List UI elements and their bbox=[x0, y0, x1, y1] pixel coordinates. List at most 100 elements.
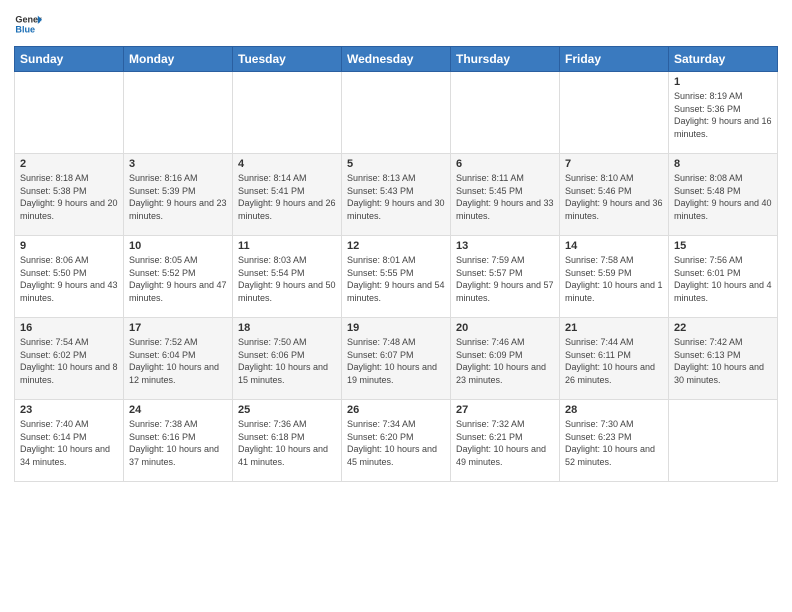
day-info: Sunrise: 7:52 AM Sunset: 6:04 PM Dayligh… bbox=[129, 336, 227, 386]
page: General Blue SundayMondayTuesdayWednesda… bbox=[0, 0, 792, 612]
day-number: 16 bbox=[20, 322, 118, 334]
weekday-friday: Friday bbox=[560, 47, 669, 72]
calendar-cell: 15 Sunrise: 7:56 AM Sunset: 6:01 PM Dayli… bbox=[669, 236, 778, 318]
day-number: 9 bbox=[20, 240, 118, 252]
calendar-cell: 6 Sunrise: 8:11 AM Sunset: 5:45 PM Daylig… bbox=[451, 154, 560, 236]
weekday-tuesday: Tuesday bbox=[233, 47, 342, 72]
day-number: 24 bbox=[129, 404, 227, 416]
day-info: Sunrise: 8:11 AM Sunset: 5:45 PM Dayligh… bbox=[456, 172, 554, 222]
day-info: Sunrise: 8:13 AM Sunset: 5:43 PM Dayligh… bbox=[347, 172, 445, 222]
calendar-cell: 1 Sunrise: 8:19 AM Sunset: 5:36 PM Daylig… bbox=[669, 72, 778, 154]
day-number: 13 bbox=[456, 240, 554, 252]
calendar-cell: 10 Sunrise: 8:05 AM Sunset: 5:52 PM Dayli… bbox=[124, 236, 233, 318]
weekday-thursday: Thursday bbox=[451, 47, 560, 72]
weekday-wednesday: Wednesday bbox=[342, 47, 451, 72]
day-number: 12 bbox=[347, 240, 445, 252]
calendar-cell: 19 Sunrise: 7:48 AM Sunset: 6:07 PM Dayli… bbox=[342, 318, 451, 400]
calendar-cell: 21 Sunrise: 7:44 AM Sunset: 6:11 PM Dayli… bbox=[560, 318, 669, 400]
week-row-2: 2 Sunrise: 8:18 AM Sunset: 5:38 PM Daylig… bbox=[15, 154, 778, 236]
day-info: Sunrise: 7:54 AM Sunset: 6:02 PM Dayligh… bbox=[20, 336, 118, 386]
week-row-5: 23Sunrise: 7:40 AM Sunset: 6:14 PM Dayli… bbox=[15, 400, 778, 482]
calendar-cell: 13 Sunrise: 7:59 AM Sunset: 5:57 PM Dayli… bbox=[451, 236, 560, 318]
calendar-cell: 5 Sunrise: 8:13 AM Sunset: 5:43 PM Daylig… bbox=[342, 154, 451, 236]
calendar-cell: 17 Sunrise: 7:52 AM Sunset: 6:04 PM Dayli… bbox=[124, 318, 233, 400]
calendar-cell: 12 Sunrise: 8:01 AM Sunset: 5:55 PM Dayli… bbox=[342, 236, 451, 318]
calendar-cell bbox=[15, 72, 124, 154]
logo-icon: General Blue bbox=[14, 10, 42, 38]
day-info: Sunrise: 8:06 AM Sunset: 5:50 PM Dayligh… bbox=[20, 254, 118, 304]
day-number: 6 bbox=[456, 158, 554, 170]
weekday-saturday: Saturday bbox=[669, 47, 778, 72]
day-info: Sunrise: 7:56 AM Sunset: 6:01 PM Dayligh… bbox=[674, 254, 772, 304]
day-info: Sunrise: 8:05 AM Sunset: 5:52 PM Dayligh… bbox=[129, 254, 227, 304]
day-number: 10 bbox=[129, 240, 227, 252]
header: General Blue bbox=[14, 10, 778, 38]
calendar-cell: 27 Sunrise: 7:32 AM Sunset: 6:21 PM Dayli… bbox=[451, 400, 560, 482]
day-number: 25 bbox=[238, 404, 336, 416]
calendar-cell: 2 Sunrise: 8:18 AM Sunset: 5:38 PM Daylig… bbox=[15, 154, 124, 236]
day-number: 11 bbox=[238, 240, 336, 252]
day-number: 15 bbox=[674, 240, 772, 252]
day-info: Sunrise: 7:30 AM Sunset: 6:23 PM Dayligh… bbox=[565, 418, 663, 468]
day-number: 1 bbox=[674, 76, 772, 88]
day-info: Sunrise: 8:10 AM Sunset: 5:46 PM Dayligh… bbox=[565, 172, 663, 222]
day-info: Sunrise: 7:59 AM Sunset: 5:57 PM Dayligh… bbox=[456, 254, 554, 304]
day-number: 26 bbox=[347, 404, 445, 416]
day-number: 2 bbox=[20, 158, 118, 170]
day-number: 23 bbox=[20, 404, 118, 416]
calendar-cell: 3 Sunrise: 8:16 AM Sunset: 5:39 PM Daylig… bbox=[124, 154, 233, 236]
day-number: 27 bbox=[456, 404, 554, 416]
week-row-1: 1 Sunrise: 8:19 AM Sunset: 5:36 PM Daylig… bbox=[15, 72, 778, 154]
calendar-cell bbox=[669, 400, 778, 482]
day-number: 18 bbox=[238, 322, 336, 334]
svg-text:Blue: Blue bbox=[15, 24, 35, 34]
day-info: Sunrise: 8:18 AM Sunset: 5:38 PM Dayligh… bbox=[20, 172, 118, 222]
calendar-cell: 11 Sunrise: 8:03 AM Sunset: 5:54 PM Dayli… bbox=[233, 236, 342, 318]
day-number: 3 bbox=[129, 158, 227, 170]
day-number: 21 bbox=[565, 322, 663, 334]
calendar-cell: 8Sunrise: 8:08 AM Sunset: 5:48 PM Daylig… bbox=[669, 154, 778, 236]
week-row-3: 9 Sunrise: 8:06 AM Sunset: 5:50 PM Daylig… bbox=[15, 236, 778, 318]
calendar-cell: 26 Sunrise: 7:34 AM Sunset: 6:20 PM Dayli… bbox=[342, 400, 451, 482]
day-info: Sunrise: 7:32 AM Sunset: 6:21 PM Dayligh… bbox=[456, 418, 554, 468]
day-info: Sunrise: 7:42 AM Sunset: 6:13 PM Dayligh… bbox=[674, 336, 772, 386]
weekday-monday: Monday bbox=[124, 47, 233, 72]
day-number: 8 bbox=[674, 158, 772, 170]
calendar-cell: 4 Sunrise: 8:14 AM Sunset: 5:41 PM Daylig… bbox=[233, 154, 342, 236]
day-number: 19 bbox=[347, 322, 445, 334]
day-info: Sunrise: 7:38 AM Sunset: 6:16 PM Dayligh… bbox=[129, 418, 227, 468]
day-number: 17 bbox=[129, 322, 227, 334]
calendar-cell: 16 Sunrise: 7:54 AM Sunset: 6:02 PM Dayli… bbox=[15, 318, 124, 400]
day-info: Sunrise: 8:16 AM Sunset: 5:39 PM Dayligh… bbox=[129, 172, 227, 222]
calendar-cell: 9 Sunrise: 8:06 AM Sunset: 5:50 PM Daylig… bbox=[15, 236, 124, 318]
day-number: 28 bbox=[565, 404, 663, 416]
day-info: Sunrise: 7:58 AM Sunset: 5:59 PM Dayligh… bbox=[565, 254, 663, 304]
calendar-cell: 23Sunrise: 7:40 AM Sunset: 6:14 PM Dayli… bbox=[15, 400, 124, 482]
calendar-cell: 28 Sunrise: 7:30 AM Sunset: 6:23 PM Dayli… bbox=[560, 400, 669, 482]
day-info: Sunrise: 7:44 AM Sunset: 6:11 PM Dayligh… bbox=[565, 336, 663, 386]
day-info: Sunrise: 8:19 AM Sunset: 5:36 PM Dayligh… bbox=[674, 90, 772, 140]
day-number: 20 bbox=[456, 322, 554, 334]
day-info: Sunrise: 8:14 AM Sunset: 5:41 PM Dayligh… bbox=[238, 172, 336, 222]
logo: General Blue bbox=[14, 10, 42, 38]
day-number: 22 bbox=[674, 322, 772, 334]
day-info: Sunrise: 7:48 AM Sunset: 6:07 PM Dayligh… bbox=[347, 336, 445, 386]
day-number: 7 bbox=[565, 158, 663, 170]
calendar-cell: 14 Sunrise: 7:58 AM Sunset: 5:59 PM Dayli… bbox=[560, 236, 669, 318]
day-info: Sunrise: 7:34 AM Sunset: 6:20 PM Dayligh… bbox=[347, 418, 445, 468]
day-info: Sunrise: 8:01 AM Sunset: 5:55 PM Dayligh… bbox=[347, 254, 445, 304]
calendar-cell: 7 Sunrise: 8:10 AM Sunset: 5:46 PM Daylig… bbox=[560, 154, 669, 236]
day-info: Sunrise: 7:46 AM Sunset: 6:09 PM Dayligh… bbox=[456, 336, 554, 386]
week-row-4: 16 Sunrise: 7:54 AM Sunset: 6:02 PM Dayli… bbox=[15, 318, 778, 400]
calendar-cell bbox=[233, 72, 342, 154]
weekday-header-row: SundayMondayTuesdayWednesdayThursdayFrid… bbox=[15, 47, 778, 72]
day-info: Sunrise: 7:36 AM Sunset: 6:18 PM Dayligh… bbox=[238, 418, 336, 468]
calendar-cell bbox=[124, 72, 233, 154]
calendar-cell bbox=[342, 72, 451, 154]
day-number: 4 bbox=[238, 158, 336, 170]
day-number: 5 bbox=[347, 158, 445, 170]
day-info: Sunrise: 8:03 AM Sunset: 5:54 PM Dayligh… bbox=[238, 254, 336, 304]
calendar-cell: 25 Sunrise: 7:36 AM Sunset: 6:18 PM Dayli… bbox=[233, 400, 342, 482]
day-number: 14 bbox=[565, 240, 663, 252]
calendar: SundayMondayTuesdayWednesdayThursdayFrid… bbox=[14, 46, 778, 482]
